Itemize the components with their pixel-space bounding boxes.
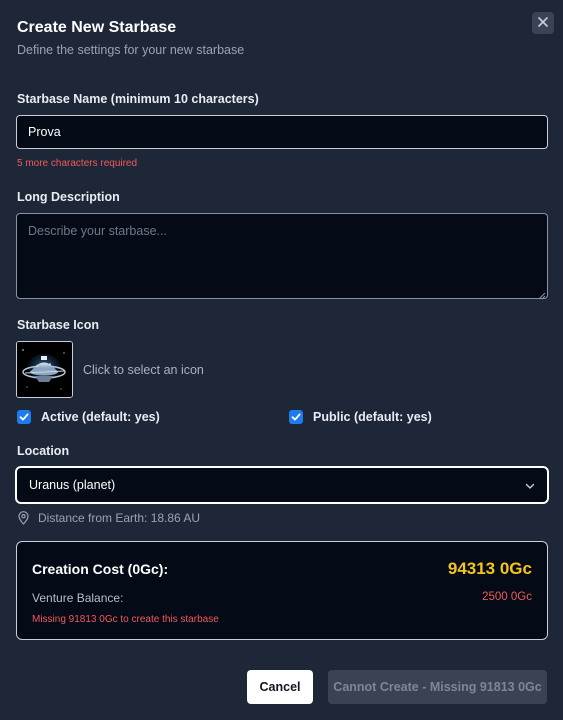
starbase-name-input[interactable] (16, 115, 548, 149)
public-checkbox[interactable] (289, 410, 303, 424)
location-label: Location (17, 444, 70, 458)
map-pin-icon (18, 511, 29, 525)
starbase-icon (17, 342, 72, 397)
creation-cost-panel: Creation Cost (0Gc): 94313 0Gc Venture B… (16, 541, 548, 640)
icon-select-hint: Click to select an icon (83, 363, 204, 377)
create-button[interactable]: Cannot Create - Missing 91813 0Gc (328, 670, 547, 704)
distance-info: Distance from Earth: 18.86 AU (18, 511, 200, 525)
chevron-down-icon (525, 480, 535, 494)
venture-balance-value: 2500 0Gc (482, 591, 532, 603)
cancel-button[interactable]: Cancel (247, 670, 313, 704)
dialog-subtitle: Define the settings for your new starbas… (17, 43, 245, 57)
dialog-title: Create New Starbase (17, 19, 177, 36)
close-button[interactable] (532, 12, 554, 34)
long-description-label: Long Description (17, 190, 120, 204)
name-error-message: 5 more characters required (17, 158, 138, 169)
starbase-icon-label: Starbase Icon (17, 318, 99, 332)
creation-cost-value: 94313 0Gc (447, 559, 532, 578)
active-checkbox[interactable] (17, 410, 31, 424)
check-icon (19, 413, 29, 421)
public-option[interactable]: Public (default: yes) (289, 410, 432, 424)
resize-grip-icon[interactable] (537, 287, 546, 300)
starbase-name-label: Starbase Name (minimum 10 characters) (17, 92, 259, 106)
check-icon (291, 413, 301, 421)
location-selected-value: Uranus (planet) (29, 478, 116, 492)
creation-cost-title: Creation Cost (0Gc): (32, 561, 169, 577)
venture-balance-label: Venture Balance: (32, 591, 124, 605)
location-select[interactable]: Uranus (planet) (15, 466, 549, 504)
active-checkbox-label: Active (default: yes) (41, 410, 160, 424)
distance-text: Distance from Earth: 18.86 AU (38, 511, 201, 525)
starbase-icon-picker[interactable] (16, 341, 73, 398)
close-icon (538, 14, 548, 32)
missing-funds-message: Missing 91813 0Gc to create this starbas… (32, 614, 219, 625)
public-checkbox-label: Public (default: yes) (313, 410, 432, 424)
create-starbase-dialog: Create New Starbase Define the settings … (0, 0, 563, 720)
long-description-textarea[interactable] (16, 213, 548, 299)
active-option[interactable]: Active (default: yes) (17, 410, 160, 424)
